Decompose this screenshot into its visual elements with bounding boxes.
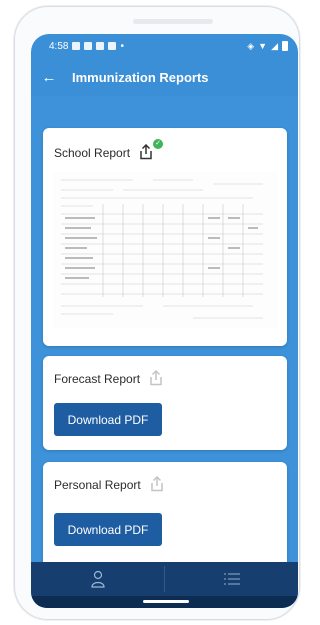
menu-icon [223, 573, 240, 585]
status-bar: 4:58 • ◈ ▼ ◢ [31, 34, 298, 58]
card-title: Forecast Report [54, 372, 141, 386]
share-icon[interactable]: ✓ [139, 139, 164, 162]
share-icon[interactable] [149, 370, 167, 388]
notification-icon [84, 42, 93, 50]
nav-profile[interactable] [31, 562, 164, 596]
back-arrow-icon[interactable]: ← [31, 69, 67, 86]
forecast-report-card: Forecast Report Download PDF [43, 356, 287, 450]
personal-report-card: Personal Report Download PDF [43, 462, 287, 562]
signal-icon: ◢ [271, 40, 278, 51]
download-pdf-button[interactable]: Download PDF [54, 403, 162, 436]
app-screen: 4:58 • ◈ ▼ ◢ ← Immunization Reports Scho… [31, 34, 298, 608]
school-report-card: School Report ✓ [43, 128, 287, 346]
wifi-icon: ▼ [258, 41, 268, 51]
report-preview-image[interactable] [53, 172, 277, 328]
status-time: 4:58 [49, 40, 69, 52]
notification-icon [108, 42, 117, 50]
app-bar: ← Immunization Reports [31, 60, 298, 94]
bottom-nav [31, 562, 298, 596]
share-icon[interactable] [150, 476, 168, 494]
dot-icon: • [120, 40, 124, 52]
download-pdf-button[interactable]: Download PDF [54, 513, 162, 546]
settings-icon [96, 42, 105, 50]
nav-menu[interactable] [165, 562, 298, 596]
battery-icon [282, 41, 288, 51]
home-indicator[interactable] [143, 600, 189, 603]
gesture-bar-area [31, 596, 298, 608]
check-icon: ✓ [153, 139, 164, 149]
notification-icon [72, 42, 81, 50]
reports-list[interactable]: School Report ✓ Forecast Report Download… [31, 96, 298, 562]
card-title: Personal Report [54, 478, 141, 492]
phone-speaker [133, 19, 213, 24]
card-title: School Report [54, 146, 131, 160]
sync-icon: ◈ [247, 40, 255, 51]
person-icon [90, 570, 105, 588]
page-title: Immunization Reports [72, 69, 209, 85]
